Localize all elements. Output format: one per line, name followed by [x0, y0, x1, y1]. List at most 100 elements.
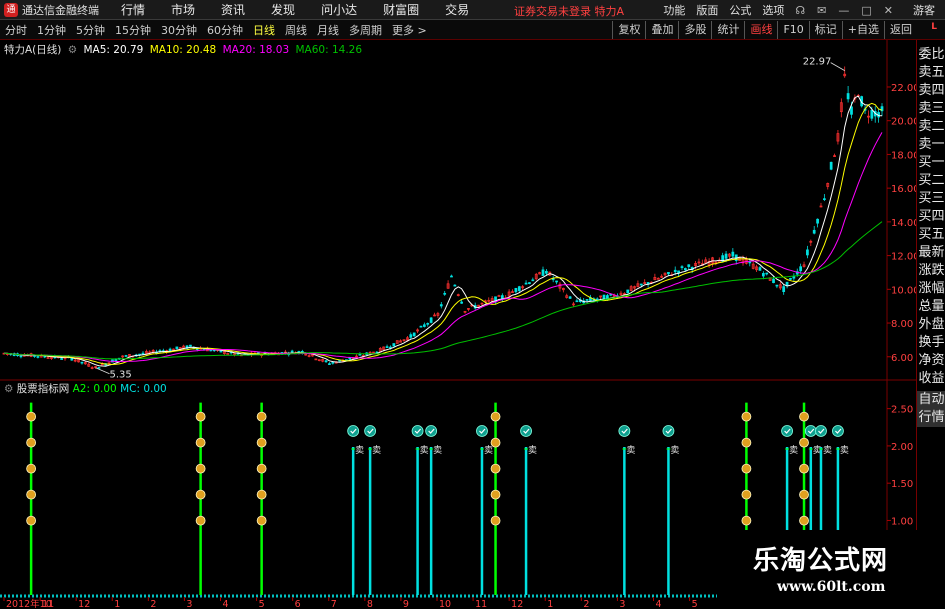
date-tick-label: 11 — [475, 599, 487, 609]
side-item-volume[interactable]: 总量 — [917, 298, 945, 316]
menu-item-layout[interactable]: 版面 — [696, 2, 718, 18]
period-30min[interactable]: 30分钟 — [156, 22, 202, 38]
side-item-turnover[interactable]: 换手 — [917, 334, 945, 352]
headset-icon[interactable]: ☊ — [795, 4, 805, 17]
side-item-net-assets[interactable]: 净资 — [917, 352, 945, 370]
stock-name[interactable]: 特力A(日线) — [4, 44, 61, 56]
menu-item-news[interactable]: 资讯 — [221, 1, 245, 18]
overlay-button[interactable]: 叠加 — [645, 21, 678, 39]
candle-body — [189, 344, 192, 347]
candle-body — [731, 251, 735, 257]
statistics-button[interactable]: 统计 — [711, 21, 744, 39]
side-item-bid4[interactable]: 买四 — [917, 208, 945, 226]
candle-body — [812, 229, 816, 234]
maximize-icon[interactable]: □ — [861, 4, 871, 17]
menu-item-formula[interactable]: 公式 — [729, 2, 751, 18]
candle-body — [36, 356, 40, 358]
date-tick-label: 12 — [78, 599, 90, 609]
period-more[interactable]: 更多 > — [387, 22, 432, 38]
period-1min[interactable]: 1分钟 — [32, 22, 71, 38]
indicator-mc: MC: 0.00 — [120, 383, 167, 395]
f10-button[interactable]: F10 — [777, 21, 808, 39]
check-badge-icon — [520, 425, 532, 437]
side-item-ask4[interactable]: 卖四 — [917, 82, 945, 100]
period-daily[interactable]: 日线 — [248, 22, 280, 38]
indicator-settings-icon[interactable]: ⚙ — [4, 383, 13, 395]
close-icon[interactable]: ✕ — [884, 4, 893, 17]
check-badge-icon — [476, 425, 488, 437]
settings-gear-icon[interactable]: ⚙ — [68, 44, 77, 56]
menu-item-function[interactable]: 功能 — [663, 2, 685, 18]
date-tick-label: 6 — [295, 599, 301, 609]
candle-body — [761, 273, 765, 277]
menu-item-discover[interactable]: 发现 — [271, 1, 295, 18]
coin-marker-icon — [799, 411, 809, 422]
side-item-bid1[interactable]: 买一 — [917, 154, 945, 172]
panel-toggle-label[interactable]: L — [931, 22, 937, 32]
side-item-outer-volume[interactable]: 外盘 — [917, 316, 945, 334]
guest-login[interactable]: 游客 — [913, 2, 935, 18]
menu-item-wealth[interactable]: 财富圈 — [383, 1, 419, 18]
ma60-value: MA60: 14.26 — [295, 44, 363, 56]
period-multi[interactable]: 多周期 — [344, 22, 387, 38]
draw-line-button[interactable]: 画线 — [744, 21, 777, 39]
date-tick-label: 1 — [547, 599, 553, 609]
indicator-title[interactable]: 股票指标网 — [17, 383, 70, 395]
coin-marker-icon — [741, 411, 752, 422]
menu-item-trade[interactable]: 交易 — [445, 1, 469, 18]
candle-body — [585, 299, 589, 301]
candle-body — [70, 357, 74, 361]
date-tick-label: 5 — [259, 599, 265, 609]
ma60-line — [3, 221, 883, 360]
restore-rights-button[interactable]: 复权 — [612, 21, 645, 39]
mark-button[interactable]: 标记 — [808, 21, 842, 39]
side-item-bid3[interactable]: 买三 — [917, 190, 945, 208]
side-item-ask1[interactable]: 卖一 — [917, 136, 945, 154]
back-button[interactable]: 返回 — [884, 21, 917, 39]
side-item-latest[interactable]: 最新 — [917, 244, 945, 262]
side-item-order-ratio[interactable]: 委比 — [917, 46, 945, 64]
menu-item-options[interactable]: 选项 — [762, 2, 784, 18]
menu-item-market[interactable]: 市场 — [171, 1, 195, 18]
menu-item-ask[interactable]: 问小达 — [321, 1, 357, 18]
menu-item-market-quotes[interactable]: 行情 — [121, 1, 145, 18]
multi-stock-button[interactable]: 多股 — [678, 21, 711, 39]
minimize-icon[interactable]: — — [838, 4, 849, 17]
price-tick-label: 20.00 — [891, 117, 916, 128]
period-5min[interactable]: 5分钟 — [71, 22, 110, 38]
side-item-ask2[interactable]: 卖二 — [917, 118, 945, 136]
price-tick-label: 18.00 — [891, 150, 916, 161]
side-item-auto[interactable]: 自动 — [917, 391, 945, 409]
mail-icon[interactable]: ✉ — [817, 4, 826, 17]
side-item-bid2[interactable]: 买二 — [917, 172, 945, 190]
period-intraday[interactable]: 分时 — [0, 22, 32, 38]
check-badge-icon — [804, 425, 817, 437]
coin-marker-icon — [195, 437, 206, 448]
side-item-change[interactable]: 涨跌 — [917, 262, 945, 280]
side-item-quotes[interactable]: 行情 — [917, 409, 945, 427]
period-60min[interactable]: 60分钟 — [202, 22, 248, 38]
side-item-bid5[interactable]: 买五 — [917, 226, 945, 244]
high-marker-line — [830, 62, 845, 71]
price-tick-label: 6.00 — [891, 353, 913, 364]
side-item-ask5[interactable]: 卖五 — [917, 64, 945, 82]
add-watchlist-button[interactable]: +自选 — [841, 21, 884, 39]
candle-body — [575, 300, 579, 303]
period-monthly[interactable]: 月线 — [312, 22, 344, 38]
watermark: 乐淘公式网 www.60lt.com — [717, 530, 945, 609]
sell-label: 卖 — [626, 445, 635, 456]
coin-marker-icon — [195, 515, 206, 526]
side-item-earnings[interactable]: 收益 — [917, 370, 945, 388]
candle-body — [324, 360, 328, 363]
kline-chart[interactable]: 22.975.35 卖卖卖卖卖卖卖卖卖卖卖卖 22.0020.0018.0016… — [0, 40, 916, 609]
period-15min[interactable]: 15分钟 — [110, 22, 156, 38]
candle-body — [772, 278, 775, 284]
period-weekly[interactable]: 周线 — [280, 22, 312, 38]
side-item-change-pct[interactable]: 涨幅 — [917, 280, 945, 298]
check-badge-icon — [781, 425, 793, 437]
date-tick-label: 3 — [186, 599, 192, 609]
date-tick-label: 10 — [439, 599, 451, 609]
side-item-ask3[interactable]: 卖三 — [917, 100, 945, 118]
coin-marker-icon — [799, 515, 809, 526]
candlestick-series: 22.97 5.35 — [2, 57, 884, 381]
